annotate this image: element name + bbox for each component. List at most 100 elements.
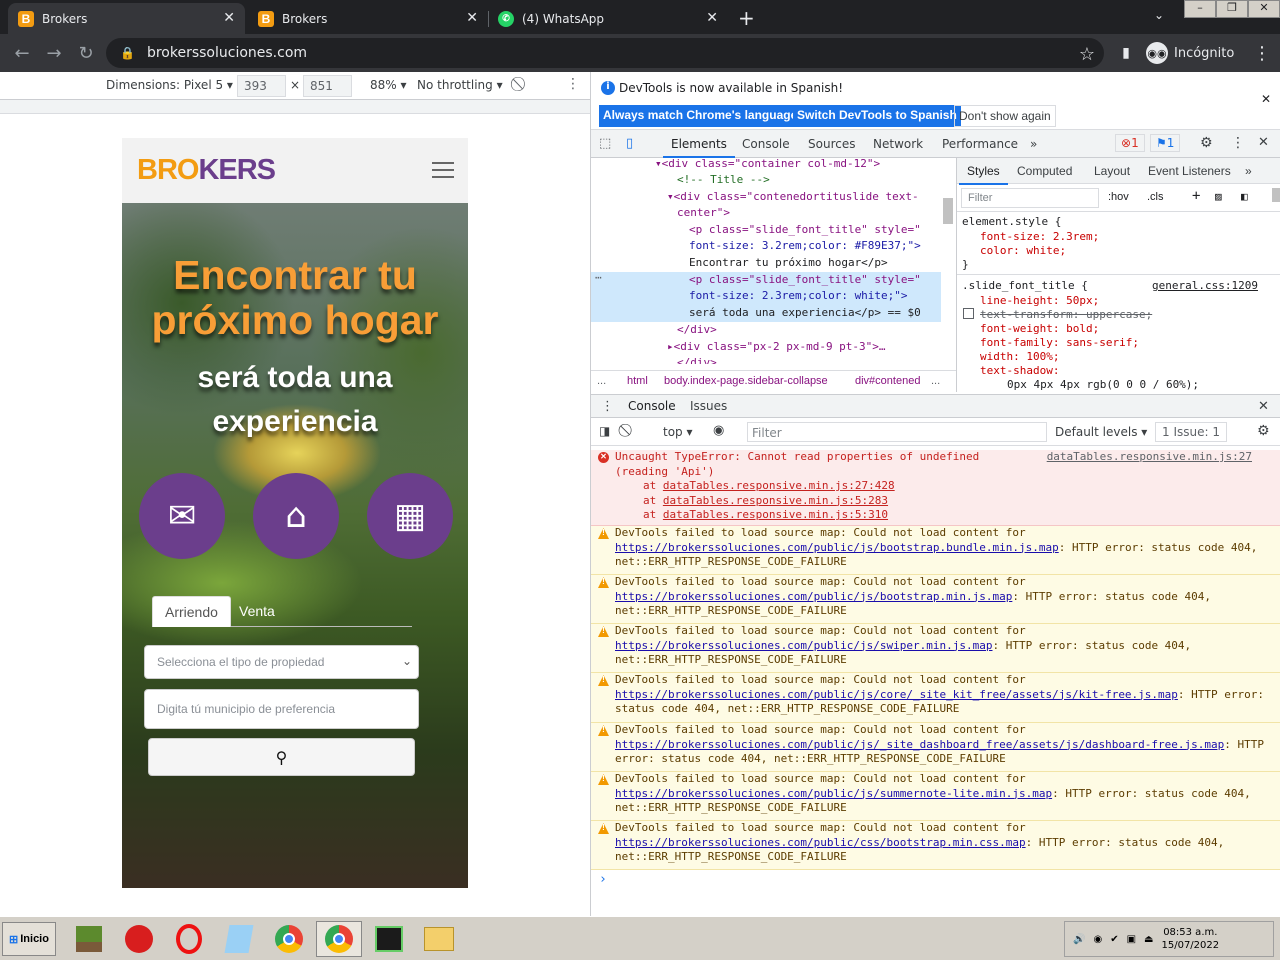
devtools-menu-icon[interactable]: ⋮ (1231, 135, 1245, 151)
forward-icon[interactable]: → (42, 41, 66, 65)
warning-url-link[interactable]: https://brokerssoluciones.com/public/js/… (615, 688, 1178, 701)
municipio-input[interactable]: Digita tú municipio de preferencia (144, 689, 419, 729)
dom-line[interactable]: ▾<div class="container col-md-12"> (655, 158, 880, 172)
new-tab-button[interactable]: + (738, 6, 755, 30)
console-settings-gear-icon[interactable]: ⚙ (1257, 423, 1270, 439)
drawer-menu-icon[interactable]: ⋮ (601, 399, 614, 414)
network-icon[interactable]: ◉ (1093, 934, 1102, 945)
security-icon[interactable]: ✔ (1110, 934, 1118, 945)
tab-brokers-1[interactable]: B Brokers ✕ (8, 3, 245, 34)
add-rule-icon[interactable]: + (1192, 188, 1200, 204)
elements-scrollbar[interactable] (943, 198, 953, 224)
task-manager-icon[interactable] (366, 921, 412, 957)
dom-line-selected[interactable]: <p class="slide_font_title" style=" (689, 272, 921, 288)
close-devtools-icon[interactable]: ✕ (1258, 135, 1269, 150)
console-warning-message[interactable]: ! DevTools failed to load source map: Co… (591, 575, 1280, 624)
dom-line-selected[interactable]: será toda una experiencia</p> == $0 (689, 305, 921, 321)
device-select[interactable]: Dimensions: Pixel 5 ▾ (106, 78, 233, 92)
tab-sources[interactable]: Sources (808, 137, 855, 151)
minecraft-icon[interactable] (66, 921, 112, 957)
dom-line[interactable]: center"> (677, 205, 730, 221)
close-tab-icon[interactable]: ✕ (706, 10, 718, 26)
dom-line[interactable]: ▸<div class="px-2 px-md-9 pt-3">… (667, 339, 886, 355)
console-warning-message[interactable]: ! DevTools failed to load source map: Co… (591, 673, 1280, 723)
address-bar[interactable]: 🔒 brokerssoluciones.com (106, 38, 1104, 68)
hamburger-menu-icon[interactable] (432, 162, 454, 178)
warning-url-link[interactable]: https://brokerssoluciones.com/public/js/… (615, 639, 993, 652)
tab-venta[interactable]: Venta (227, 596, 287, 627)
style-declaration-value[interactable]: 0px 4px 4px rgb(0 0 0 / 60%); (1007, 377, 1199, 392)
side-panel-icon[interactable]: ▮ (1114, 41, 1138, 65)
antivirus-icon[interactable] (116, 921, 162, 957)
chrome-icon[interactable] (266, 921, 312, 957)
more-tabs[interactable]: » (1030, 137, 1037, 151)
toggle-sidebar-icon[interactable]: ◧ (1241, 190, 1248, 203)
volume-icon[interactable]: 🔊 (1073, 934, 1085, 945)
context-select[interactable]: top ▾ (663, 425, 693, 439)
warning-url-link[interactable]: https://brokerssoluciones.com/public/css… (615, 836, 1026, 849)
breadcrumb-html[interactable]: html (627, 375, 648, 387)
house-hand-icon[interactable]: ⌂ (253, 473, 339, 559)
match-language-button[interactable]: Always match Chrome's language (599, 105, 802, 127)
dom-line-selected[interactable]: font-size: 2.3rem;color: white;"> (689, 288, 908, 304)
usb-icon[interactable]: ⏏ (1144, 934, 1153, 945)
dom-line[interactable]: <!-- Title --> (677, 172, 770, 188)
dom-line[interactable]: </div> (677, 355, 717, 364)
sidebar-toggle-icon[interactable]: ◨ (599, 424, 610, 438)
stack-frame-link[interactable]: dataTables.responsive.min.js:5:310 (663, 508, 888, 521)
stylesheet-link[interactable]: general.css:1209 (1152, 278, 1258, 294)
tab-console[interactable]: Console (742, 137, 790, 151)
close-tab-icon[interactable]: ✕ (223, 10, 235, 26)
dom-line[interactable]: Encontrar tu próximo hogar</p> (689, 255, 888, 271)
envelope-megaphone-icon[interactable]: ✉ (139, 473, 225, 559)
tab-performance[interactable]: Performance (942, 137, 1018, 151)
drawer-tab-issues[interactable]: Issues (690, 399, 727, 413)
opera-icon[interactable] (166, 921, 212, 957)
console-warning-message[interactable]: ! DevTools failed to load source map: Co… (591, 723, 1280, 772)
console-error-message[interactable]: ✕ Uncaught TypeError: Cannot read proper… (591, 450, 1280, 526)
dont-show-again-button[interactable]: Don't show again (954, 105, 1056, 127)
height-input[interactable]: 851 (303, 75, 352, 97)
building-crane-icon[interactable]: ▦ (367, 473, 453, 559)
reload-icon[interactable]: ↻ (74, 41, 98, 65)
tab-event-listeners[interactable]: Event Listeners (1148, 164, 1231, 178)
close-window-icon[interactable]: ✕ (1248, 0, 1280, 18)
tab-styles[interactable]: Styles (959, 164, 1008, 185)
breadcrumb-more[interactable]: ... (931, 375, 940, 387)
explorer-icon[interactable] (416, 921, 462, 957)
styles-filter-input[interactable]: Filter (961, 188, 1099, 208)
error-count-badge[interactable]: ⊗1 (1115, 134, 1145, 152)
styles-more-tabs[interactable]: » (1245, 164, 1252, 178)
close-tab-icon[interactable]: ✕ (466, 10, 478, 26)
warning-url-link[interactable]: https://brokerssoluciones.com/public/js/… (615, 541, 1059, 554)
hov-toggle[interactable]: :hov (1108, 191, 1129, 203)
width-input[interactable]: 393 (237, 75, 286, 97)
declaration-checkbox[interactable] (963, 308, 974, 319)
issues-button[interactable]: 1 Issue: 1 (1155, 422, 1227, 442)
display-icon[interactable]: ▣ (1127, 934, 1136, 945)
start-button[interactable]: ⊞ Inicio (2, 922, 56, 956)
dom-line[interactable]: font-size: 3.2rem;color: #F89E37;"> (689, 238, 921, 254)
close-banner-icon[interactable]: ✕ (1261, 92, 1271, 106)
dom-line[interactable]: <p class="slide_font_title" style=" (689, 222, 921, 238)
error-source-link[interactable]: dataTables.responsive.min.js:27 (1047, 450, 1252, 465)
more-options-icon[interactable]: ⋮ (566, 76, 580, 92)
stack-frame-link[interactable]: dataTables.responsive.min.js:27:428 (663, 479, 895, 492)
zoom-select[interactable]: 88% ▾ (370, 78, 407, 92)
dom-line[interactable]: </div> (677, 322, 717, 338)
cls-toggle[interactable]: .cls (1147, 191, 1164, 203)
tab-search-chevron-icon[interactable]: ⌄ (1154, 8, 1164, 22)
inspect-icon[interactable]: ⬚ (599, 136, 611, 151)
tab-computed[interactable]: Computed (1017, 164, 1072, 178)
console-warning-message[interactable]: ! DevTools failed to load source map: Co… (591, 526, 1280, 575)
dom-line[interactable]: ▾<div class="contenedortituslide text- (667, 189, 919, 205)
breadcrumb-div[interactable]: div#contened (855, 375, 920, 387)
tab-brokers-2[interactable]: B Brokers ✕ (248, 3, 489, 34)
tab-whatsapp[interactable]: ✆ (4) WhatsApp ✕ (488, 3, 728, 34)
chrome-profile-icon[interactable] (316, 921, 362, 957)
maximize-icon[interactable]: ❐ (1216, 0, 1248, 18)
breadcrumb-ellipsis[interactable]: ... (597, 375, 606, 387)
console-warning-message[interactable]: ! DevTools failed to load source map: Co… (591, 624, 1280, 673)
styles-scrollbar[interactable] (1272, 188, 1280, 202)
warning-url-link[interactable]: https://brokerssoluciones.com/public/js/… (615, 590, 1012, 603)
